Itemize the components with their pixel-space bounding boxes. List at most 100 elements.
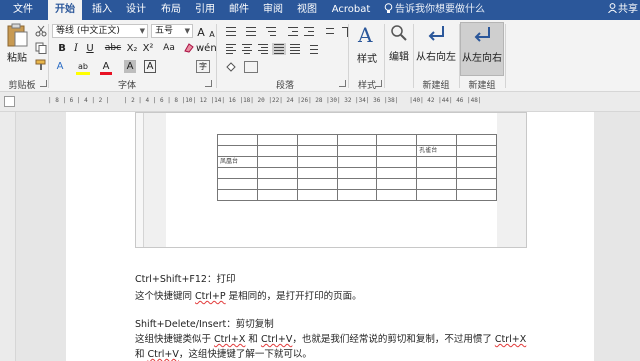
table-cell[interactable] (376, 145, 418, 157)
font-color-button[interactable]: A (100, 60, 112, 75)
left-to-right-button[interactable]: 从左向右 (460, 22, 504, 76)
highlight-button[interactable]: ab (76, 60, 90, 75)
shading-button[interactable] (224, 61, 238, 73)
table-cell[interactable] (256, 178, 298, 190)
tab-design[interactable]: 设计 (120, 0, 152, 20)
table-cell[interactable] (217, 145, 258, 157)
table-cell[interactable] (376, 134, 418, 146)
enclose-char-button[interactable]: 字 (196, 60, 210, 73)
table-cell[interactable] (296, 134, 338, 146)
font-name-combo[interactable]: 等线 (中文正文) ▼ (52, 24, 148, 38)
styles-launcher[interactable] (375, 80, 382, 87)
char-shading-button[interactable]: A (124, 60, 136, 73)
sort-button[interactable] (324, 25, 338, 37)
table-cell[interactable] (456, 156, 497, 168)
tab-file[interactable]: 文件 (6, 0, 40, 20)
bullets-button[interactable] (224, 25, 238, 37)
table-cell[interactable] (336, 167, 378, 179)
tab-references[interactable]: 引用 (189, 0, 221, 20)
strikethrough-button[interactable]: abc (104, 42, 122, 55)
multilevel-list-button[interactable] (264, 25, 278, 37)
table-cell[interactable] (296, 178, 338, 190)
table-cell[interactable] (296, 189, 338, 201)
table-cell[interactable] (376, 156, 418, 168)
table-cell[interactable] (256, 145, 298, 157)
underline-button[interactable]: U (84, 42, 96, 55)
table-cell[interactable] (256, 189, 298, 201)
copy-icon[interactable] (35, 42, 47, 54)
clear-formatting-button[interactable] (182, 42, 194, 57)
superscript-button[interactable]: X² (140, 42, 156, 55)
table-cell[interactable] (376, 167, 418, 179)
distributed-button[interactable] (288, 43, 302, 55)
decrease-indent-button[interactable] (286, 25, 300, 37)
font-size-combo[interactable]: 五号 ▼ (151, 24, 193, 38)
table-cell[interactable] (336, 189, 378, 201)
bold-button[interactable]: B (56, 42, 68, 55)
table-cell[interactable] (296, 145, 338, 157)
tab-selector[interactable] (4, 96, 15, 107)
tab-acrobat[interactable]: Acrobat (327, 0, 375, 20)
char-border-button[interactable]: A (144, 60, 156, 73)
shrink-font-button[interactable]: A (208, 28, 216, 41)
paragraph-launcher[interactable] (339, 80, 346, 87)
table-cell[interactable] (217, 134, 258, 146)
wen-button[interactable]: wén (196, 42, 217, 55)
table-cell[interactable] (256, 134, 298, 146)
tab-insert[interactable]: 插入 (86, 0, 118, 20)
table-cell[interactable] (416, 178, 458, 190)
tell-me-search[interactable]: 告诉我你想要做什么 (384, 0, 485, 20)
table-cell[interactable] (416, 134, 458, 146)
tab-home[interactable]: 开始 (48, 0, 82, 20)
right-to-left-button[interactable]: 从右向左 (414, 22, 458, 76)
horizontal-ruler[interactable]: | 8 | 6 | 4 | 2 | | 2 | 4 | 6 | 8 |10| 1… (0, 92, 640, 112)
table-cell[interactable]: 孔雀台 (416, 145, 458, 157)
justify-button[interactable] (272, 43, 286, 55)
italic-button[interactable]: I (70, 42, 82, 55)
table-cell[interactable] (296, 167, 338, 179)
align-center-button[interactable] (240, 43, 254, 55)
align-right-button[interactable] (256, 43, 270, 55)
tab-mailings[interactable]: 邮件 (223, 0, 255, 20)
tab-review[interactable]: 审阅 (257, 0, 289, 20)
text-effects-button[interactable]: A (54, 60, 66, 73)
table-cell[interactable] (456, 167, 497, 179)
table-cell[interactable] (336, 156, 378, 168)
tab-view[interactable]: 视图 (291, 0, 323, 20)
change-case-button[interactable]: Aa (162, 42, 176, 55)
table-cell[interactable] (296, 156, 338, 168)
clipboard-launcher[interactable] (40, 80, 47, 87)
table-cell[interactable] (416, 189, 458, 201)
embedded-table[interactable]: 孔雀台凤凰台 (217, 134, 497, 201)
embedded-document[interactable]: 孔雀台凤凰台 (135, 112, 527, 248)
cut-icon[interactable] (35, 25, 47, 37)
numbering-button[interactable] (244, 25, 258, 37)
format-painter-icon[interactable] (35, 59, 47, 71)
table-cell[interactable] (456, 134, 497, 146)
table-cell[interactable] (256, 156, 298, 168)
table-cell[interactable] (217, 189, 258, 201)
line-spacing-button[interactable] (306, 43, 320, 55)
align-left-button[interactable] (224, 43, 238, 55)
table-cell[interactable] (376, 189, 418, 201)
paste-button[interactable]: 粘贴 (2, 22, 32, 76)
increase-indent-button[interactable] (302, 25, 316, 37)
grow-font-button[interactable]: A (196, 26, 206, 39)
table-cell[interactable] (217, 178, 258, 190)
share-button[interactable]: 共享 (608, 0, 638, 20)
editing-button[interactable]: 编辑 (386, 22, 412, 76)
table-cell[interactable] (456, 189, 497, 201)
table-cell[interactable] (456, 178, 497, 190)
styles-button[interactable]: A 样式 (351, 22, 383, 76)
table-cell[interactable] (456, 145, 497, 157)
table-cell[interactable] (336, 178, 378, 190)
embedded-page[interactable]: 孔雀台凤凰台 (166, 113, 497, 247)
tab-layout[interactable]: 布局 (155, 0, 187, 20)
vertical-ruler[interactable] (0, 112, 16, 361)
table-cell[interactable] (336, 145, 378, 157)
subscript-button[interactable]: X₂ (124, 42, 140, 55)
table-cell[interactable]: 凤凰台 (217, 156, 258, 168)
table-cell[interactable] (376, 178, 418, 190)
table-cell[interactable] (416, 156, 458, 168)
borders-button[interactable] (244, 61, 258, 73)
